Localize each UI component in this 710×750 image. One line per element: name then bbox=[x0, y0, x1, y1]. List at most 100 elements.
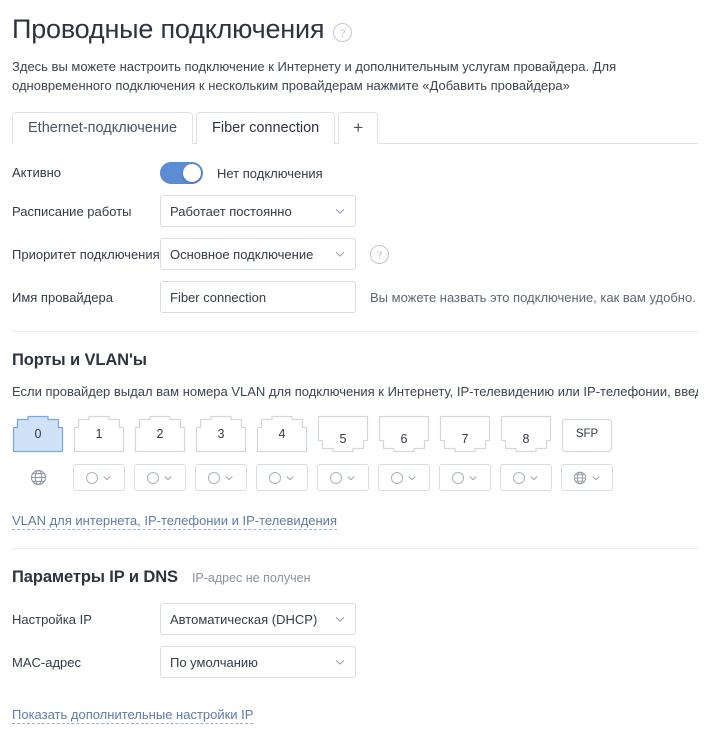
circle-icon bbox=[330, 471, 342, 484]
provider-name-hint: Вы можете назвать это подключение, как в… bbox=[370, 289, 696, 305]
vlan-select-port-3[interactable] bbox=[195, 464, 247, 492]
vlan-cell-8 bbox=[500, 464, 552, 492]
label-provider-name: Имя провайдера bbox=[12, 290, 113, 306]
tab-fiber-connection[interactable]: Fiber connection bbox=[196, 112, 336, 146]
chevron-down-icon bbox=[334, 248, 346, 260]
provider-name-value: Fiber connection bbox=[170, 289, 267, 305]
chevron-down-icon bbox=[591, 473, 601, 483]
port-4[interactable]: 4 bbox=[256, 415, 308, 455]
divider-ip bbox=[12, 548, 698, 550]
label-ip-setup: Настройка IP bbox=[12, 612, 92, 628]
provider-name-controls: Fiber connection Вы можете назвать это п… bbox=[160, 281, 698, 314]
chevron-down-icon bbox=[102, 473, 112, 483]
wired-connections-page: Проводные подключения ? Здесь вы можете … bbox=[0, 0, 710, 750]
circle-icon bbox=[147, 471, 159, 484]
port-1[interactable]: 1 bbox=[73, 415, 125, 455]
toggle-knob bbox=[183, 164, 201, 183]
schedule-controls: Работает постоянно bbox=[160, 195, 698, 228]
ip-section-title: Параметры IP и DNS bbox=[12, 568, 178, 587]
mac-address-controls: По умолчанию bbox=[160, 646, 698, 679]
port-2[interactable]: 2 bbox=[134, 415, 186, 455]
vlan-select-port-1[interactable] bbox=[73, 464, 125, 492]
port-7[interactable]: 7 bbox=[439, 415, 491, 455]
circle-icon bbox=[452, 471, 464, 484]
ports-section-description: Если провайдер выдал вам номера VLAN для… bbox=[12, 384, 698, 400]
label-active: Активно bbox=[12, 165, 62, 181]
chevron-down-icon bbox=[334, 205, 346, 217]
vlan-settings-link[interactable]: VLAN для интернета, IP-телефонии и IP-те… bbox=[12, 513, 337, 531]
page-title-help-icon[interactable]: ? bbox=[333, 22, 353, 42]
tab-list: Ethernet-подключение Fiber connection + bbox=[0, 112, 710, 146]
mac-address-select-value: По умолчанию bbox=[170, 654, 258, 670]
ports-section-title: Порты и VLAN'ы bbox=[12, 351, 147, 370]
active-controls: Нет подключения bbox=[160, 162, 698, 185]
vlan-select-port-8[interactable] bbox=[500, 464, 552, 492]
circle-icon bbox=[513, 471, 525, 484]
chevron-down-icon bbox=[334, 656, 346, 668]
mac-address-select[interactable]: По умолчанию bbox=[160, 646, 356, 679]
vlan-select-port-sfp[interactable] bbox=[561, 464, 613, 492]
ip-setup-select[interactable]: Автоматическая (DHCP) bbox=[160, 603, 356, 636]
globe-icon bbox=[30, 469, 46, 486]
circle-icon bbox=[86, 471, 98, 484]
divider-ports bbox=[12, 331, 698, 333]
ip-setup-select-value: Автоматическая (DHCP) bbox=[170, 611, 318, 627]
tab-ethernet-connection[interactable]: Ethernet-подключение bbox=[12, 112, 194, 145]
circle-icon bbox=[391, 471, 403, 484]
ip-section-head: Параметры IP и DNS IP-адрес не получен bbox=[12, 568, 698, 587]
row-active: Активно Нет подключения bbox=[12, 162, 698, 185]
provider-name-input[interactable]: Fiber connection bbox=[160, 281, 356, 314]
vlan-cell-1 bbox=[73, 464, 125, 492]
priority-controls: Основное подключение ? bbox=[160, 238, 698, 271]
schedule-select[interactable]: Работает постоянно bbox=[160, 195, 356, 228]
page-title: Проводные подключения bbox=[12, 14, 325, 44]
ip-setup-controls: Автоматическая (DHCP) bbox=[160, 603, 698, 636]
vlan-select-port-4[interactable] bbox=[256, 464, 308, 492]
ip-dns-section: Параметры IP и DNS IP-адрес не получен Н… bbox=[0, 568, 710, 725]
page-header: Проводные подключения ? Здесь вы можете … bbox=[0, 0, 710, 95]
ip-form: Настройка IP Автоматическая (DHCP) MAC-а… bbox=[12, 603, 698, 679]
vlan-select-port-2[interactable] bbox=[134, 464, 186, 492]
chevron-down-icon bbox=[529, 473, 539, 483]
port-0[interactable]: 0 bbox=[12, 415, 64, 455]
row-provider-name: Имя провайдера Fiber connection Вы может… bbox=[12, 281, 698, 314]
priority-select[interactable]: Основное подключение bbox=[160, 238, 356, 271]
chevron-down-icon bbox=[285, 473, 295, 483]
port-6[interactable]: 6 bbox=[378, 415, 430, 455]
port-5[interactable]: 5 bbox=[317, 415, 369, 455]
port-sfp[interactable]: SFP bbox=[561, 415, 613, 455]
ports-row: 0 1 2 3 4 5 6 7 8 SFP bbox=[12, 413, 698, 455]
ports-area: 0 1 2 3 4 5 6 7 8 SFP VLAN для интернета… bbox=[12, 413, 698, 531]
port-3[interactable]: 3 bbox=[195, 415, 247, 455]
chevron-down-icon bbox=[334, 613, 346, 625]
schedule-select-value: Работает постоянно bbox=[170, 203, 292, 219]
connection-form: Активно Нет подключения Расписание работ… bbox=[0, 162, 710, 314]
label-mac-address: MAC-адрес bbox=[12, 655, 81, 671]
show-advanced-ip-settings-link[interactable]: Показать дополнительные настройки IP bbox=[12, 707, 254, 725]
chevron-down-icon bbox=[224, 473, 234, 483]
row-mac-address: MAC-адрес По умолчанию bbox=[12, 646, 698, 679]
chevron-down-icon bbox=[407, 473, 417, 483]
port-8[interactable]: 8 bbox=[500, 415, 552, 455]
vlan-select-port-5[interactable] bbox=[317, 464, 369, 492]
connection-status-text: Нет подключения bbox=[217, 165, 323, 181]
add-tab-button[interactable]: + bbox=[338, 112, 379, 145]
vlan-cell-3 bbox=[195, 464, 247, 492]
label-schedule: Расписание работы bbox=[12, 204, 132, 220]
vlan-controls-row bbox=[12, 464, 698, 492]
ip-status-note: IP-адрес не получен bbox=[191, 571, 311, 586]
row-priority: Приоритет подключения Основное подключен… bbox=[12, 238, 698, 271]
globe-icon bbox=[573, 471, 587, 484]
port-0-globe-indicator bbox=[12, 464, 64, 491]
priority-select-value: Основное подключение bbox=[170, 246, 314, 262]
label-priority: Приоритет подключения bbox=[12, 247, 160, 263]
chevron-down-icon bbox=[163, 473, 173, 483]
connection-tabs: Ethernet-подключение Fiber connection + bbox=[0, 112, 710, 146]
vlan-select-port-6[interactable] bbox=[378, 464, 430, 492]
active-toggle[interactable] bbox=[160, 162, 203, 185]
vlan-cell-6 bbox=[378, 464, 430, 492]
vlan-select-port-7[interactable] bbox=[439, 464, 491, 492]
vlan-cell-7 bbox=[439, 464, 491, 492]
priority-help-icon[interactable]: ? bbox=[370, 244, 389, 264]
vlan-cell-sfp bbox=[561, 464, 613, 492]
